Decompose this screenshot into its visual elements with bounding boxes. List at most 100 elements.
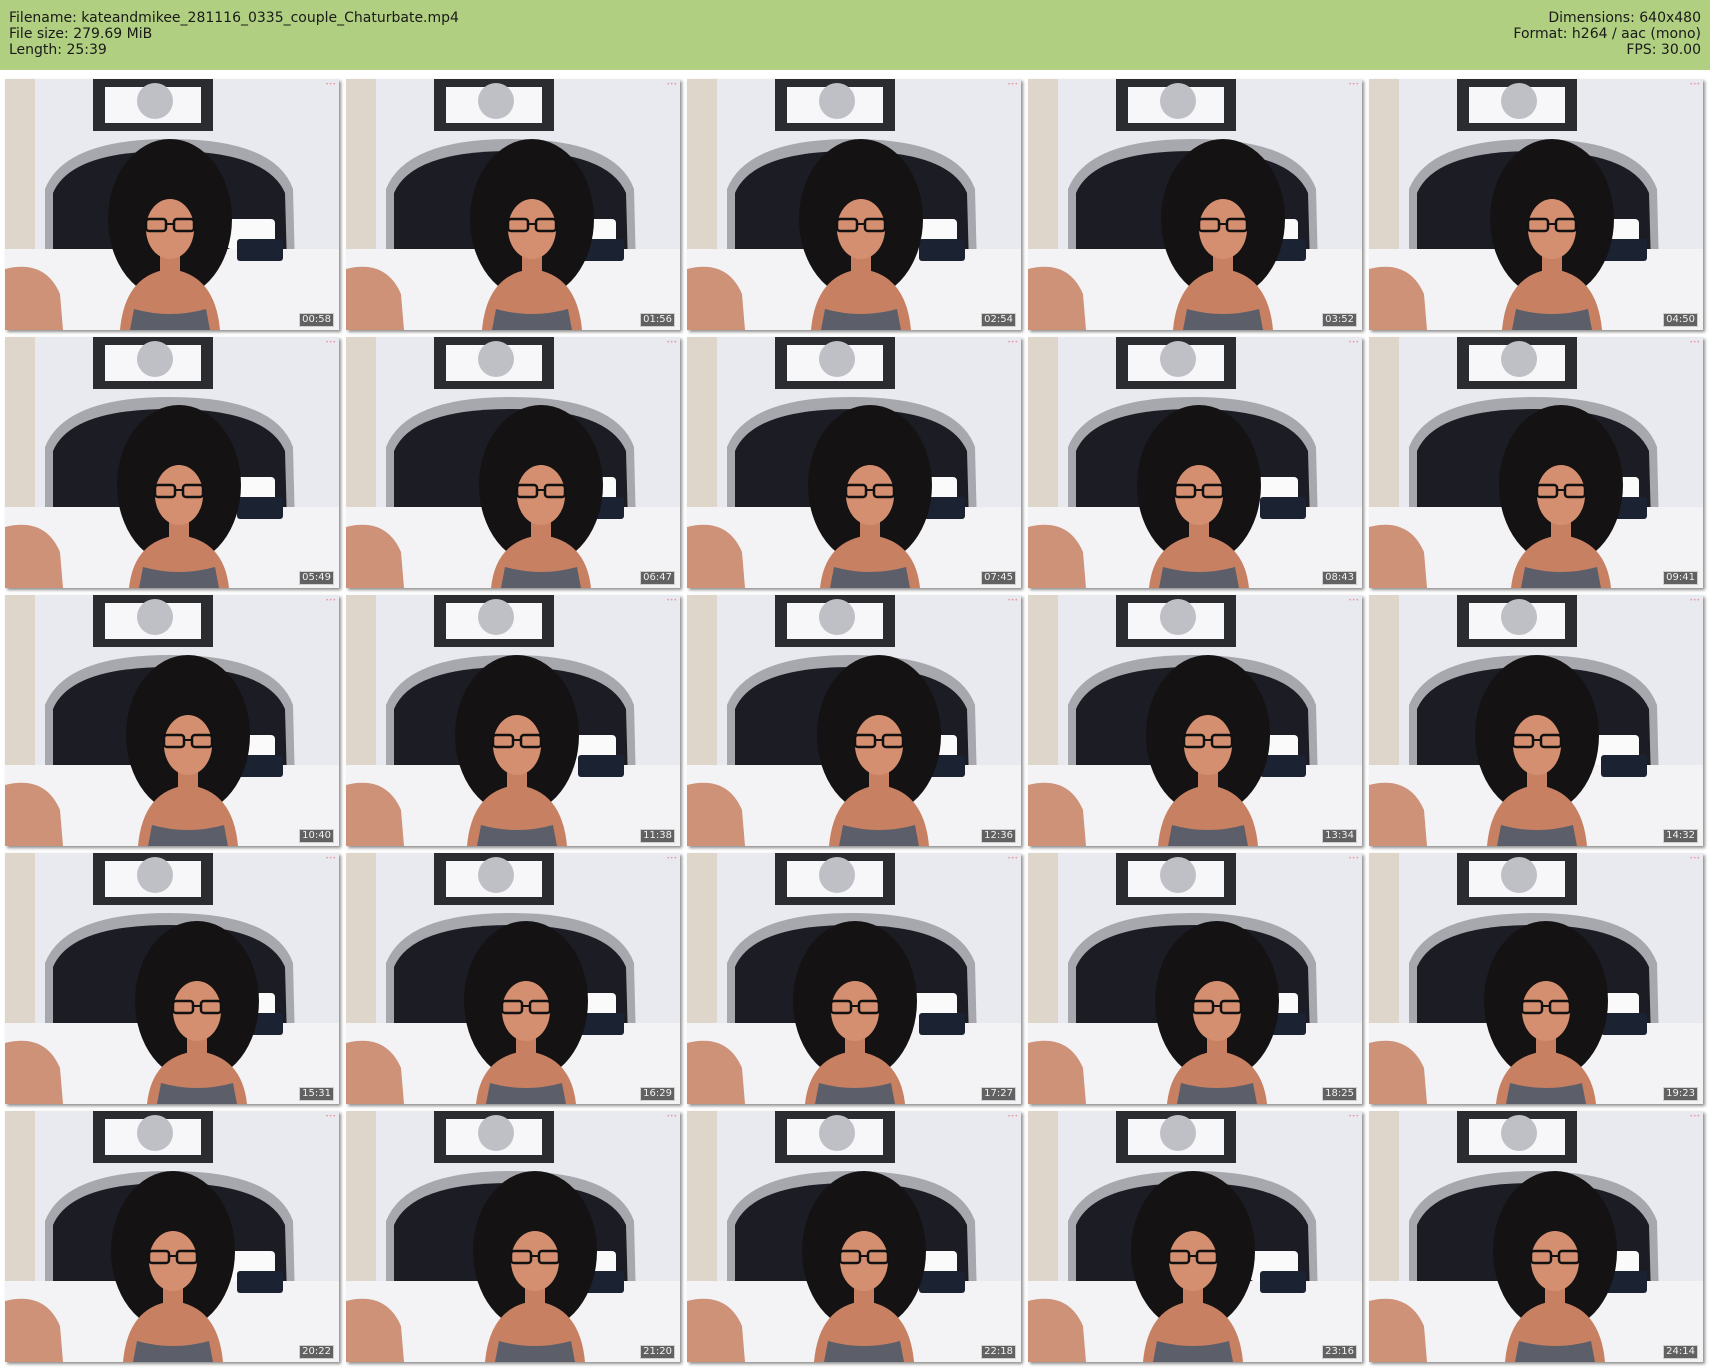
timestamp-label: 06:47 [640, 571, 675, 585]
video-thumbnail: ••• 20:22 [5, 1111, 339, 1362]
timestamp-label: 12:36 [981, 829, 1016, 843]
frame-scene [346, 79, 680, 330]
video-thumbnail: ••• 03:52 [1028, 79, 1362, 330]
timestamp-label: 04:50 [1663, 313, 1698, 327]
watermark-mark: ••• [1007, 81, 1018, 88]
filename-text: Filename: kateandmikee_281116_0335_coupl… [9, 10, 459, 26]
watermark-mark: ••• [1689, 1113, 1700, 1120]
watermark-mark: ••• [1689, 339, 1700, 346]
watermark-mark: ••• [1348, 597, 1359, 604]
watermark-mark: ••• [325, 1113, 336, 1120]
frame-scene [346, 337, 680, 588]
video-thumbnail: ••• 09:41 [1369, 337, 1703, 588]
timestamp-label: 07:45 [981, 571, 1016, 585]
timestamp-label: 21:20 [640, 1345, 675, 1359]
frame-scene [5, 79, 339, 330]
thumbnail-grid: ••• 00:58 ••• 01:56 ••• 02:54 ••• 03:52 ••• 04:50… [0, 79, 1710, 1369]
video-thumbnail: ••• 11:38 [346, 595, 680, 846]
video-thumbnail: ••• 17:27 [687, 853, 1021, 1104]
watermark-mark: ••• [666, 339, 677, 346]
watermark-mark: ••• [1689, 81, 1700, 88]
watermark-mark: ••• [1007, 1113, 1018, 1120]
watermark-mark: ••• [666, 855, 677, 862]
frame-scene [1028, 595, 1362, 846]
frame-scene [687, 853, 1021, 1104]
timestamp-label: 00:58 [299, 313, 334, 327]
frame-scene [5, 595, 339, 846]
video-thumbnail: ••• 19:23 [1369, 853, 1703, 1104]
frame-scene [1369, 853, 1703, 1104]
watermark-mark: ••• [1689, 597, 1700, 604]
frame-scene [5, 337, 339, 588]
timestamp-label: 08:43 [1322, 571, 1357, 585]
file-info-right: Dimensions: 640x480 Format: h264 / aac (… [1513, 10, 1701, 58]
watermark-mark: ••• [1007, 597, 1018, 604]
length-text: Length: 25:39 [9, 42, 107, 58]
timestamp-label: 14:32 [1663, 829, 1698, 843]
video-thumbnail: ••• 12:36 [687, 595, 1021, 846]
frame-scene [5, 1111, 339, 1362]
watermark-mark: ••• [1689, 855, 1700, 862]
frame-scene [1369, 337, 1703, 588]
frame-scene [346, 1111, 680, 1362]
timestamp-label: 19:23 [1663, 1087, 1698, 1101]
timestamp-label: 02:54 [981, 313, 1016, 327]
watermark-mark: ••• [325, 81, 336, 88]
watermark-mark: ••• [1007, 339, 1018, 346]
watermark-mark: ••• [1348, 1113, 1359, 1120]
timestamp-label: 24:14 [1663, 1345, 1698, 1359]
timestamp-label: 18:25 [1322, 1087, 1357, 1101]
timestamp-label: 15:31 [299, 1087, 334, 1101]
timestamp-label: 11:38 [640, 829, 675, 843]
watermark-mark: ••• [325, 855, 336, 862]
timestamp-label: 17:27 [981, 1087, 1016, 1101]
frame-scene [1028, 853, 1362, 1104]
frame-scene [1369, 595, 1703, 846]
watermark-mark: ••• [666, 81, 677, 88]
watermark-mark: ••• [1348, 855, 1359, 862]
frame-scene [687, 337, 1021, 588]
timestamp-label: 09:41 [1663, 571, 1698, 585]
format-text: Format: h264 / aac (mono) [1513, 26, 1701, 42]
video-thumbnail: ••• 10:40 [5, 595, 339, 846]
video-thumbnail: ••• 18:25 [1028, 853, 1362, 1104]
frame-scene [687, 1111, 1021, 1362]
video-thumbnail: ••• 05:49 [5, 337, 339, 588]
watermark-mark: ••• [325, 597, 336, 604]
video-thumbnail: ••• 01:56 [346, 79, 680, 330]
video-thumbnail: ••• 13:34 [1028, 595, 1362, 846]
fps-text: FPS: 30.00 [1626, 42, 1701, 58]
file-info-header: Filename: kateandmikee_281116_0335_coupl… [0, 0, 1710, 70]
video-thumbnail: ••• 14:32 [1369, 595, 1703, 846]
video-thumbnail: ••• 00:58 [5, 79, 339, 330]
video-thumbnail: ••• 04:50 [1369, 79, 1703, 330]
video-thumbnail: ••• 02:54 [687, 79, 1021, 330]
timestamp-label: 10:40 [299, 829, 334, 843]
timestamp-label: 22:18 [981, 1345, 1016, 1359]
watermark-mark: ••• [325, 339, 336, 346]
video-thumbnail: ••• 07:45 [687, 337, 1021, 588]
file-info-left: Filename: kateandmikee_281116_0335_coupl… [9, 10, 459, 58]
frame-scene [1369, 79, 1703, 330]
frame-scene [5, 853, 339, 1104]
frame-scene [687, 595, 1021, 846]
video-thumbnail: ••• 06:47 [346, 337, 680, 588]
timestamp-label: 13:34 [1322, 829, 1357, 843]
dimensions-text: Dimensions: 640x480 [1548, 10, 1701, 26]
watermark-mark: ••• [1348, 81, 1359, 88]
timestamp-label: 03:52 [1322, 313, 1357, 327]
frame-scene [1369, 1111, 1703, 1362]
frame-scene [346, 853, 680, 1104]
timestamp-label: 23:16 [1322, 1345, 1357, 1359]
timestamp-label: 01:56 [640, 313, 675, 327]
frame-scene [687, 79, 1021, 330]
watermark-mark: ••• [1348, 339, 1359, 346]
watermark-mark: ••• [666, 1113, 677, 1120]
timestamp-label: 20:22 [299, 1345, 334, 1359]
video-thumbnail: ••• 24:14 [1369, 1111, 1703, 1362]
video-thumbnail: ••• 21:20 [346, 1111, 680, 1362]
frame-scene [1028, 337, 1362, 588]
video-thumbnail: ••• 16:29 [346, 853, 680, 1104]
video-thumbnail: ••• 22:18 [687, 1111, 1021, 1362]
video-thumbnail: ••• 23:16 [1028, 1111, 1362, 1362]
